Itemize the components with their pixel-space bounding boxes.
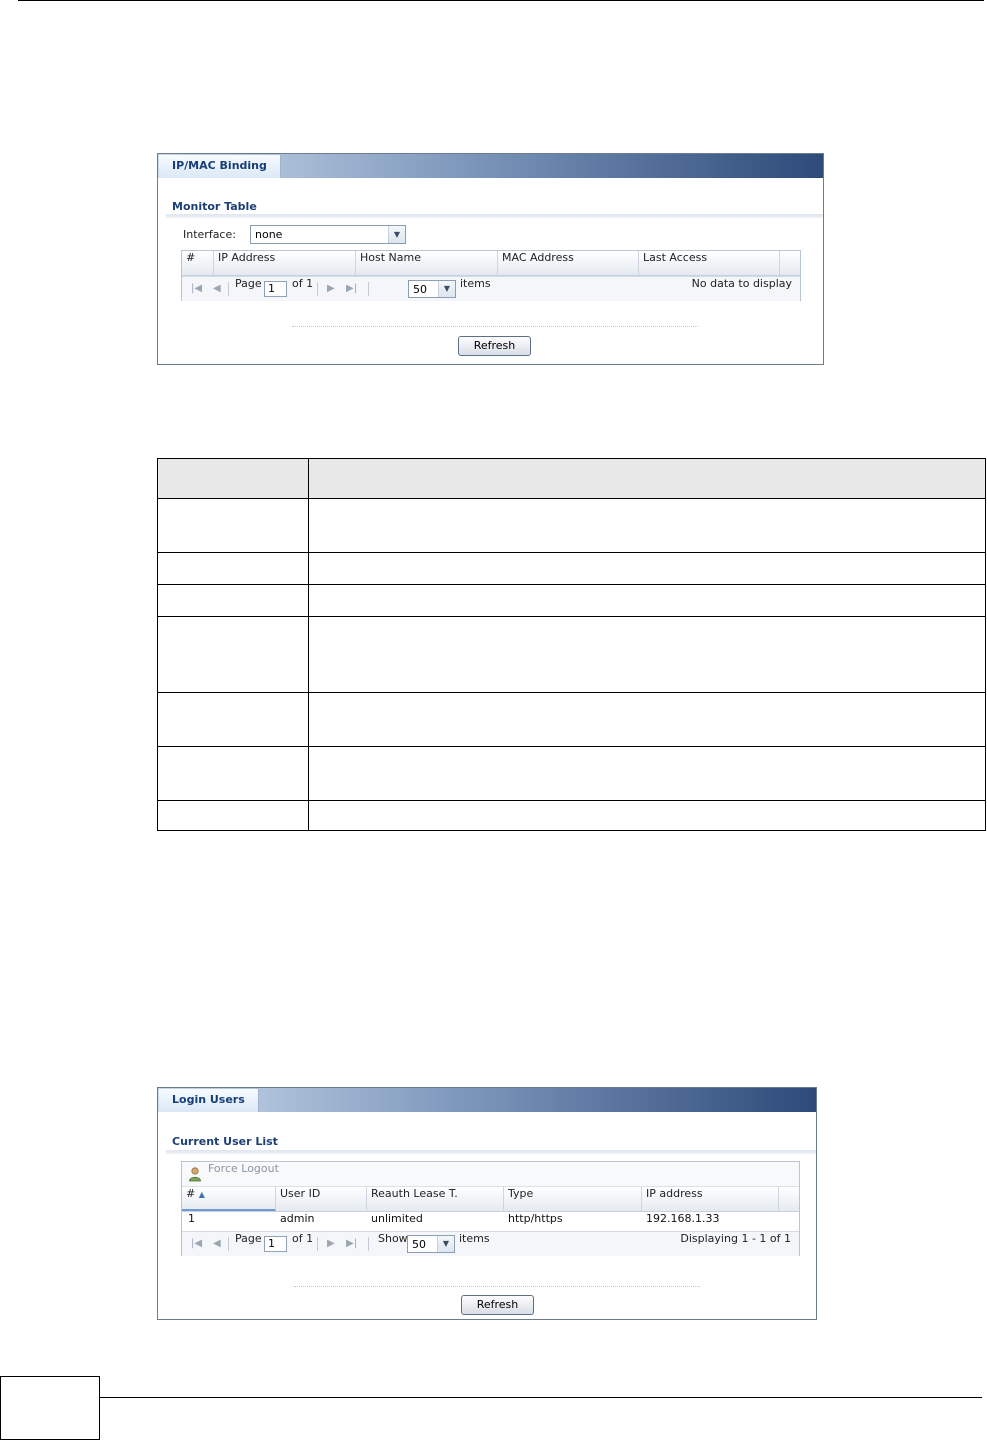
next-page-icon[interactable]: ▶ bbox=[327, 1237, 335, 1251]
monitor-table-title: Monitor Table bbox=[172, 200, 257, 213]
refresh-button[interactable]: Refresh bbox=[461, 1295, 534, 1315]
ipmac-tab-bar: IP/MAC Binding bbox=[158, 154, 823, 178]
chevron-down-icon[interactable]: ▼ bbox=[388, 226, 405, 243]
footer-rule bbox=[100, 1397, 982, 1398]
tab-login-users[interactable]: Login Users bbox=[159, 1089, 259, 1112]
refresh-button[interactable]: Refresh bbox=[458, 336, 531, 356]
items-per-page-select[interactable]: 50 ▼ bbox=[408, 280, 456, 298]
user-table-header: # ▲ User ID Reauth Lease T. Type IP addr… bbox=[182, 1187, 799, 1212]
monitor-table: # IP Address Host Name MAC Address Last … bbox=[181, 250, 801, 301]
table-header-cell bbox=[308, 458, 986, 499]
column-header-number[interactable]: # ▲ bbox=[182, 1187, 276, 1211]
ipmac-binding-panel: IP/MAC Binding Monitor Table Interface: … bbox=[157, 153, 824, 365]
section-divider bbox=[166, 214, 823, 218]
items-label: items bbox=[460, 277, 491, 290]
column-header-ip-address[interactable]: IP Address bbox=[214, 251, 356, 275]
pager-separator bbox=[368, 1237, 369, 1251]
column-header-ip-address[interactable]: IP address bbox=[642, 1187, 779, 1211]
pager-separator bbox=[368, 282, 369, 296]
table-row bbox=[157, 498, 986, 553]
cell-type: http/https bbox=[508, 1212, 563, 1225]
page-count-label: of 1 bbox=[292, 277, 314, 290]
toolbar: Force Logout bbox=[182, 1162, 799, 1187]
prev-page-icon[interactable]: ◀ bbox=[213, 1237, 221, 1251]
column-header-host-name[interactable]: Host Name bbox=[356, 251, 498, 275]
page-number-input[interactable]: 1 bbox=[264, 281, 287, 297]
show-label: Show bbox=[378, 1232, 408, 1245]
chevron-down-icon[interactable]: ▼ bbox=[437, 1236, 454, 1252]
cell-reauth-lease: unlimited bbox=[371, 1212, 423, 1225]
interface-label: Interface: bbox=[183, 228, 236, 241]
items-per-page-value: 50 bbox=[412, 1238, 426, 1251]
page-count-label: of 1 bbox=[292, 1232, 314, 1245]
first-page-icon[interactable]: |◀ bbox=[191, 1237, 202, 1251]
sort-ascending-icon: ▲ bbox=[198, 1190, 205, 1199]
interface-select-value: none bbox=[255, 228, 283, 241]
table-row bbox=[157, 552, 986, 585]
login-users-panel: Login Users Current User List Force Logo… bbox=[157, 1087, 817, 1320]
pager-status: Displaying 1 - 1 of 1 bbox=[680, 1232, 791, 1245]
pager-separator bbox=[317, 1237, 318, 1251]
column-header-number-label: # bbox=[186, 1187, 196, 1200]
monitor-table-header: # IP Address Host Name MAC Address Last … bbox=[182, 251, 800, 276]
column-header-number[interactable]: # bbox=[182, 251, 214, 275]
user-table-pager: |◀ ◀ Page 1 of 1 ▶ ▶| Show 50 ▼ items Di… bbox=[182, 1231, 799, 1256]
column-header-mac-address[interactable]: MAC Address bbox=[498, 251, 639, 275]
force-logout-button[interactable]: Force Logout bbox=[208, 1162, 279, 1175]
column-header-type[interactable]: Type bbox=[504, 1187, 642, 1211]
items-per-page-select[interactable]: 50 ▼ bbox=[407, 1235, 455, 1253]
login-tab-bar: Login Users bbox=[158, 1088, 816, 1112]
prev-page-icon[interactable]: ◀ bbox=[213, 282, 221, 296]
table-header-cell bbox=[157, 458, 309, 499]
interface-select[interactable]: none ▼ bbox=[250, 225, 406, 244]
pager-separator bbox=[228, 1237, 229, 1251]
page-label: Page bbox=[235, 277, 262, 290]
chevron-down-icon[interactable]: ▼ bbox=[438, 281, 455, 297]
table-row bbox=[157, 800, 986, 831]
last-page-icon[interactable]: ▶| bbox=[346, 282, 357, 296]
page-number-input[interactable]: 1 bbox=[264, 1236, 287, 1252]
table-row bbox=[157, 616, 986, 693]
column-header-reauth-lease[interactable]: Reauth Lease T. bbox=[367, 1187, 504, 1211]
items-per-page-value: 50 bbox=[413, 283, 427, 296]
table-row bbox=[157, 584, 986, 617]
cell-number: 1 bbox=[188, 1212, 195, 1225]
items-label: items bbox=[459, 1232, 490, 1245]
page-top-rule bbox=[18, 0, 984, 1]
table-row[interactable]: 1 admin unlimited http/https 192.168.1.3… bbox=[182, 1212, 799, 1231]
monitor-table-pager: |◀ ◀ Page 1 of 1 ▶ ▶| 50 ▼ items No data… bbox=[182, 276, 800, 301]
dotted-divider bbox=[294, 1286, 700, 1287]
user-list-table: Force Logout # ▲ User ID Reauth Lease T.… bbox=[181, 1161, 800, 1256]
page-label: Page bbox=[235, 1232, 262, 1245]
dotted-divider bbox=[292, 326, 698, 327]
first-page-icon[interactable]: |◀ bbox=[191, 282, 202, 296]
table-row bbox=[157, 746, 986, 801]
force-logout-user-icon[interactable] bbox=[188, 1166, 204, 1182]
column-header-user-id[interactable]: User ID bbox=[276, 1187, 367, 1211]
cell-user-id: admin bbox=[280, 1212, 315, 1225]
pager-separator bbox=[228, 282, 229, 296]
next-page-icon[interactable]: ▶ bbox=[327, 282, 335, 296]
cell-ip-address: 192.168.1.33 bbox=[646, 1212, 720, 1225]
tab-ip-mac-binding[interactable]: IP/MAC Binding bbox=[159, 155, 281, 178]
current-user-list-title: Current User List bbox=[172, 1135, 278, 1148]
table-row bbox=[157, 692, 986, 747]
column-header-last-access[interactable]: Last Access bbox=[639, 251, 780, 275]
section-divider bbox=[166, 1150, 816, 1154]
pager-status: No data to display bbox=[691, 277, 792, 290]
pager-separator bbox=[317, 282, 318, 296]
field-description-table bbox=[157, 458, 986, 831]
page-number-box bbox=[0, 1376, 100, 1440]
last-page-icon[interactable]: ▶| bbox=[346, 1237, 357, 1251]
